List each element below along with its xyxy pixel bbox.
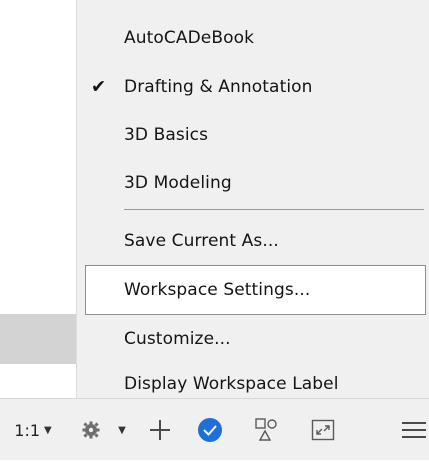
blue-circle-icon [198,418,222,442]
menu-item-label: 3D Modeling [124,173,232,193]
menu-item-workspace-settings[interactable]: Workspace Settings... [85,265,426,315]
isolate-objects-button[interactable] [190,399,230,461]
gear-button[interactable] [76,399,106,461]
menu-item-label: Drafting & Annotation [124,77,313,97]
plus-button[interactable] [140,399,180,461]
menu-item-label: Save Current As... [124,231,279,251]
hamburger-menu-icon [401,422,426,438]
gear-icon [82,421,100,439]
menu-item-autocadebook[interactable]: AutoCADeBook [77,13,429,63]
menu-item-customize[interactable]: Customize... [77,314,429,364]
shapes-button[interactable] [246,399,286,461]
workspace-menu: AutoCADeBook ✔ Drafting & Annotation 3D … [77,0,429,398]
expand-icon [311,419,335,441]
menu-item-drafting-annotation[interactable]: ✔ Drafting & Annotation [77,62,429,112]
scale-label: 1:1 [14,420,41,440]
status-bar: 1:1 ▼ ▼ [0,398,429,460]
menu-separator [124,209,424,210]
menu-item-3d-basics[interactable]: 3D Basics [77,110,429,160]
menu-item-3d-modeling[interactable]: 3D Modeling [77,158,429,208]
menu-item-label: AutoCADeBook [124,28,255,48]
checkmark-icon: ✔ [91,76,107,98]
menu-item-label: Workspace Settings... [124,280,311,300]
plus-icon [150,420,170,440]
annotation-scale-button[interactable]: 1:1 ▼ [4,399,62,461]
customization-menu-button[interactable] [396,399,429,461]
shapes-icon [255,418,277,441]
gear-dropdown-button[interactable]: ▼ [112,399,132,461]
menu-item-label: Display Workspace Label [124,374,339,394]
fullscreen-button[interactable] [303,399,343,461]
menu-item-label: Customize... [124,329,231,349]
chevron-down-icon: ▼ [118,424,126,436]
menu-item-label: 3D Basics [124,125,209,145]
chevron-down-icon: ▼ [44,424,52,436]
menu-item-save-current-as[interactable]: Save Current As... [77,216,429,266]
